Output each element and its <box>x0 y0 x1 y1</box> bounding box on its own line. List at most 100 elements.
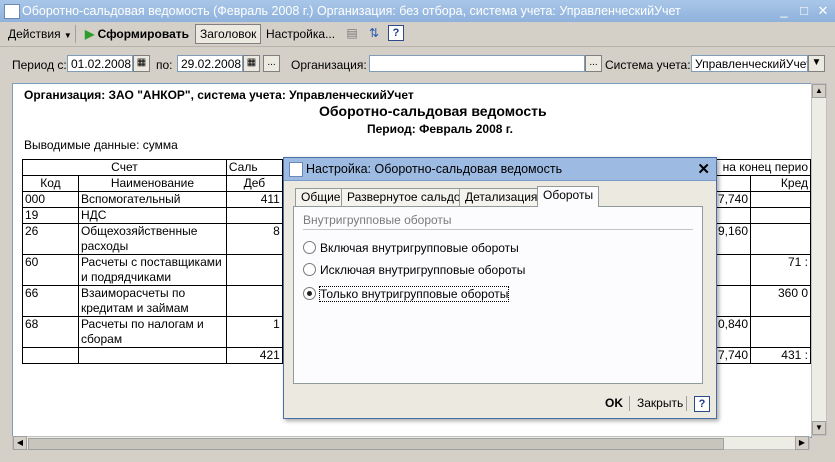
cell-code: 000 <box>22 191 79 208</box>
cell-code: 60 <box>22 254 79 286</box>
cell-closing-credit <box>750 316 811 348</box>
cell-code: 68 <box>22 316 79 348</box>
report-output-data: Выводимые данные: сумма <box>24 138 178 152</box>
save-variant-icon[interactable]: ⇅ <box>366 25 382 41</box>
cell-code: 19 <box>22 207 79 224</box>
cell-name: Общехозяйственные расходы <box>77 223 227 255</box>
cell-code: 26 <box>22 223 79 255</box>
scroll-thumb[interactable] <box>28 438 724 450</box>
header-opening-balance: Саль <box>225 159 283 176</box>
calendar-icon[interactable]: ▦ <box>243 55 260 72</box>
group-title: Внутригрупповые обороты <box>303 213 452 227</box>
accounting-system-label: Система учета: <box>605 58 691 72</box>
period-from-label: Период с: <box>12 58 67 72</box>
cell-code: 66 <box>22 285 79 317</box>
cell-closing-credit <box>750 191 811 208</box>
period-to-input[interactable]: 29.02.2008 <box>177 55 243 72</box>
cell-debit: 1 <box>225 316 283 348</box>
organization-label: Организация: <box>291 58 367 72</box>
document-icon <box>4 4 20 19</box>
generate-label: Сформировать <box>97 27 189 41</box>
tab-turnovers[interactable]: Обороты <box>537 186 600 207</box>
radio-excluding[interactable]: Исключая внутригрупповые обороты <box>303 263 525 277</box>
report-period: Период: Февраль 2008 г. <box>367 122 513 136</box>
cell-name: Расчеты с поставщиками и подрядчиками <box>77 254 227 286</box>
window-title: Оборотно-сальдовая ведомость (Февраль 20… <box>22 4 681 18</box>
scroll-down-icon[interactable]: ▼ <box>812 421 826 435</box>
group-divider <box>303 229 693 230</box>
parameters-panel: Период с: 01.02.2008 ▦ по: 29.02.2008 ▦ … <box>0 47 835 81</box>
header-code: Код <box>22 175 79 192</box>
accounting-system-select[interactable]: УправленческийУчет <box>691 55 808 72</box>
toolbar: Действия ▼ ▶ Сформировать Заголовок Наст… <box>0 22 835 47</box>
close-button[interactable]: Закрыть <box>637 394 683 412</box>
total-debit: 421 <box>225 347 283 364</box>
dialog-title-bar[interactable]: Настройка: Оборотно-сальдовая ведомость … <box>284 158 716 181</box>
tab-expanded-balance[interactable]: Развернутое сальдо <box>341 188 467 206</box>
radio-only[interactable]: Только внутригрупповые обороты <box>303 286 510 302</box>
play-icon: ▶ <box>85 27 95 41</box>
cell-name: Вспомогательный <box>77 191 227 208</box>
cell-debit: 8 <box>225 223 283 255</box>
radio-label: Исключая внутригрупповые обороты <box>320 263 526 277</box>
close-icon[interactable]: ✕ <box>815 3 831 18</box>
ok-button[interactable]: OK <box>605 394 623 412</box>
actions-label: Действия <box>8 27 61 41</box>
chevron-down-icon[interactable]: ▼ <box>808 55 825 72</box>
header-debit: Деб <box>225 175 283 192</box>
period-to-label: по: <box>156 58 173 72</box>
tab-general[interactable]: Общие <box>295 188 347 206</box>
toolbar-separator <box>75 25 76 43</box>
cell-closing-credit: 360 0 <box>750 285 811 317</box>
vertical-scrollbar[interactable]: ▲ ▼ <box>811 83 827 436</box>
cell-closing-credit <box>750 223 811 255</box>
button-separator <box>629 396 630 411</box>
header-name: Наименование <box>77 175 227 192</box>
window-title-bar[interactable]: Оборотно-сальдовая ведомость (Февраль 20… <box>0 0 835 22</box>
button-separator <box>686 396 687 411</box>
scroll-left-icon[interactable]: ◀ <box>13 436 27 450</box>
cell-name: НДС <box>77 207 227 224</box>
organization-input[interactable] <box>369 55 585 72</box>
cell-debit <box>225 207 283 224</box>
period-select-button[interactable]: ... <box>263 55 280 72</box>
header-credit: Кред <box>750 175 811 192</box>
calendar-icon[interactable]: ▦ <box>133 55 150 72</box>
settings-dialog: Настройка: Оборотно-сальдовая ведомость … <box>283 157 717 419</box>
document-icon <box>289 162 303 177</box>
organization-select-button[interactable]: ... <box>585 55 602 72</box>
cell-name: Расчеты по налогам и сборам <box>77 316 227 348</box>
radio-label: Только внутригрупповые обороты <box>318 286 510 302</box>
total-closing-credit: 431 : <box>750 347 811 364</box>
tab-panel-turnovers: Внутригрупповые обороты Включая внутригр… <box>293 206 703 384</box>
help-icon[interactable]: ? <box>388 25 404 41</box>
settings-button[interactable]: Настройка... <box>262 24 339 44</box>
generate-button[interactable]: ▶ Сформировать <box>81 24 193 44</box>
scroll-right-icon[interactable]: ▶ <box>795 436 809 450</box>
scroll-up-icon[interactable]: ▲ <box>812 84 826 98</box>
tab-detailing[interactable]: Детализация <box>459 188 544 206</box>
dialog-title: Настройка: Оборотно-сальдовая ведомость <box>306 162 563 176</box>
period-from-input[interactable]: 01.02.2008 <box>67 55 133 72</box>
header-button[interactable]: Заголовок <box>195 24 262 44</box>
radio-icon <box>303 263 316 276</box>
maximize-icon[interactable]: □ <box>796 3 812 18</box>
radio-icon <box>303 241 316 254</box>
cell-debit <box>225 254 283 286</box>
cell-closing-credit <box>750 207 811 224</box>
radio-selected-icon <box>303 287 316 300</box>
print-icon[interactable]: ▤ <box>344 25 360 41</box>
header-account: Счет <box>22 159 227 176</box>
report-title: Оборотно-сальдовая ведомость <box>319 103 547 119</box>
radio-label: Включая внутригрупповые обороты <box>320 241 519 255</box>
help-button[interactable]: ? <box>694 396 710 412</box>
chevron-down-icon: ▼ <box>63 31 72 40</box>
close-icon[interactable]: ✕ <box>697 160 710 178</box>
minimize-icon[interactable]: _ <box>776 3 792 18</box>
horizontal-scrollbar[interactable]: ◀ ▶ <box>12 436 810 450</box>
actions-menu-button[interactable]: Действия ▼ <box>4 24 76 44</box>
radio-including[interactable]: Включая внутригрупповые обороты <box>303 241 519 255</box>
cell-closing-credit: 71 : <box>750 254 811 286</box>
cell-debit <box>225 285 283 317</box>
cell-debit: 411 <box>225 191 283 208</box>
